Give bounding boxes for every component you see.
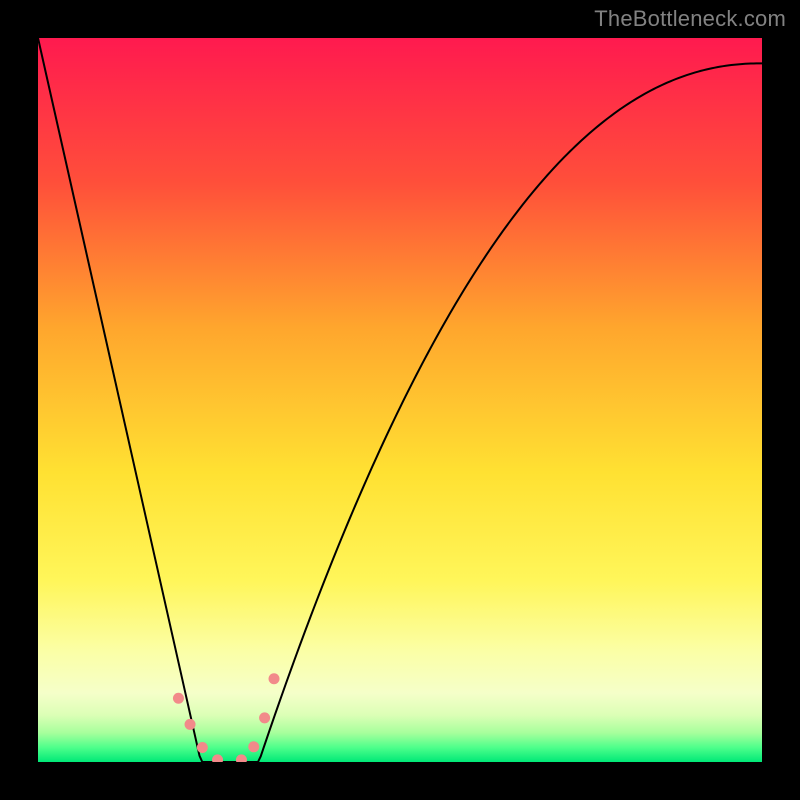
chart-frame: TheBottleneck.com bbox=[0, 0, 800, 800]
plot-area bbox=[38, 38, 762, 762]
watermark-text: TheBottleneck.com bbox=[594, 6, 786, 32]
background-gradient bbox=[38, 38, 762, 762]
